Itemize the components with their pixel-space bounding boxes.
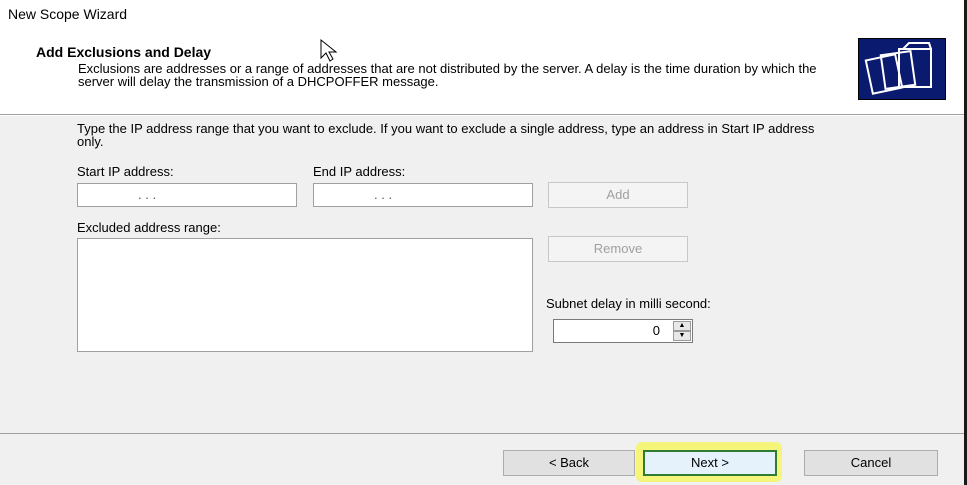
end-ip-input[interactable]: . . . — [313, 183, 533, 207]
end-ip-dots: . . . — [374, 187, 393, 202]
mouse-cursor-icon — [320, 38, 338, 62]
remove-button[interactable]: Remove — [548, 236, 688, 262]
subnet-delay-value: 0 — [652, 323, 660, 338]
start-ip-dots: . . . — [138, 187, 157, 202]
start-ip-input[interactable]: . . . — [77, 183, 297, 207]
page-description: Exclusions are addresses or a range of a… — [78, 61, 817, 89]
next-button[interactable]: Next > — [643, 450, 777, 476]
instructions-text: Type the IP address range that you want … — [77, 121, 815, 149]
excluded-range-list[interactable] — [77, 238, 533, 352]
page-title: Add Exclusions and Delay — [36, 44, 212, 60]
end-ip-label: End IP address: — [313, 164, 406, 179]
excluded-range-label: Excluded address range: — [77, 220, 221, 235]
spin-down-icon[interactable]: ▼ — [673, 331, 691, 341]
start-ip-label: Start IP address: — [77, 164, 174, 179]
window-title: New Scope Wizard — [8, 6, 128, 22]
folders-icon — [858, 38, 946, 100]
spin-up-icon[interactable]: ▲ — [673, 321, 691, 331]
wizard-header: Add Exclusions and Delay Exclusions are … — [0, 32, 964, 114]
wizard-body: Type the IP address range that you want … — [0, 116, 964, 433]
subnet-delay-label: Subnet delay in milli second: — [546, 296, 711, 311]
add-button[interactable]: Add — [548, 182, 688, 208]
back-button[interactable]: < Back — [503, 450, 635, 476]
subnet-delay-spinner[interactable]: 0 ▲ ▼ — [553, 319, 693, 343]
title-bar: New Scope Wizard — [0, 0, 967, 32]
cancel-button[interactable]: Cancel — [804, 450, 938, 476]
